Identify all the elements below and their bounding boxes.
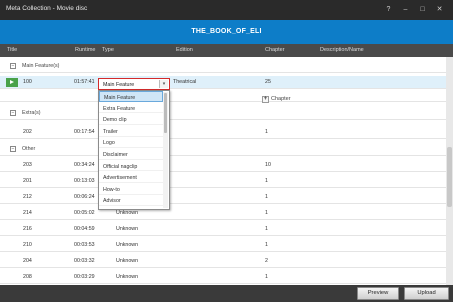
cell-runtime: 01:57:41 — [74, 79, 95, 85]
cell-runtime: 00:03:32 — [74, 258, 95, 264]
cell-chapter: 10 — [265, 162, 271, 168]
cell-chapter: 1 — [265, 242, 268, 248]
dropdown-scroll-thumb[interactable] — [164, 93, 167, 133]
table-row[interactable]: 201 00:13:03 1 — [0, 175, 446, 188]
type-option[interactable]: Demo clip — [99, 114, 163, 125]
type-option[interactable]: Trailer — [99, 126, 163, 137]
help-icon[interactable]: ? — [383, 4, 394, 15]
cell-chapter: 1 — [265, 226, 268, 232]
dropdown-scrollbar[interactable] — [163, 92, 168, 208]
cell-runtime: 00:05:02 — [74, 210, 95, 216]
cell-type: Unknown — [116, 242, 139, 248]
window-title: Meta Collection - Movie disc — [6, 5, 88, 12]
table-row[interactable]: 208 00:03:29 Unknown 1 — [0, 271, 446, 284]
group-extras[interactable]: − Extra(s) — [0, 107, 446, 120]
cell-type: Unknown — [116, 210, 139, 216]
disc-title-banner: THE_BOOK_OF_ELI — [0, 20, 453, 44]
cell-title: 216 — [23, 226, 32, 232]
group-label: Main Feature(s) — [22, 63, 60, 69]
footer-bar: Preview Upload — [0, 285, 453, 302]
cell-title: 208 — [23, 274, 32, 280]
group-label: Extra(s) — [22, 110, 41, 116]
table-row[interactable]: 214 00:05:02 Unknown 1 — [0, 207, 446, 220]
cell-title: 100 — [23, 79, 32, 85]
group-label: Other — [22, 146, 36, 152]
table-row[interactable]: 100 01:57:41 Theatrical 25 — [0, 76, 446, 89]
type-select[interactable]: Main Feature ▾ — [98, 78, 170, 90]
add-chapter-button[interactable]: + Chapter — [262, 96, 291, 103]
cell-chapter: 1 — [265, 178, 268, 184]
cell-chapter: 1 — [265, 210, 268, 216]
cell-runtime: 00:03:29 — [74, 274, 95, 280]
cell-title: 201 — [23, 178, 32, 184]
cell-title: 203 — [23, 162, 32, 168]
table-row[interactable]: 212 00:06:24 1 — [0, 191, 446, 204]
cell-title: 210 — [23, 242, 32, 248]
cell-runtime: 00:34:24 — [74, 162, 95, 168]
column-title[interactable]: Title — [7, 47, 17, 53]
type-option[interactable]: Official nagclip — [99, 161, 163, 172]
type-option[interactable]: Advisor — [99, 195, 163, 207]
type-option[interactable]: Extra Feature — [99, 103, 163, 114]
table-row — [0, 89, 446, 102]
table-row[interactable]: 203 00:34:24 10 — [0, 159, 446, 172]
upload-button[interactable]: Upload — [404, 287, 449, 300]
preview-button[interactable]: Preview — [357, 287, 399, 300]
cell-runtime: 00:04:59 — [74, 226, 95, 232]
cell-type: Unknown — [116, 226, 139, 232]
table-row[interactable]: 210 00:03:53 Unknown 1 — [0, 239, 446, 252]
type-option[interactable]: How-to — [99, 184, 163, 195]
type-option[interactable]: Main Feature — [99, 91, 163, 102]
collapse-icon[interactable]: − — [10, 63, 16, 69]
cell-title: 202 — [23, 129, 32, 135]
column-header-row: Title Runtime Type Edition Chapter Descr… — [0, 44, 453, 57]
column-chapter[interactable]: Chapter — [265, 47, 285, 53]
group-other[interactable]: − Other — [0, 143, 446, 156]
cell-chapter: 25 — [265, 79, 271, 85]
type-dropdown-list: Main Feature Extra Feature Demo clip Tra… — [98, 90, 170, 210]
cell-title: 212 — [23, 194, 32, 200]
cell-title: 214 — [23, 210, 32, 216]
cell-chapter: 1 — [265, 194, 268, 200]
type-select-value: Main Feature — [103, 81, 135, 88]
column-edition[interactable]: Edition — [176, 47, 193, 53]
column-description[interactable]: Description/Name — [320, 47, 364, 53]
cell-runtime: 00:06:24 — [74, 194, 95, 200]
cell-runtime: 00:17:54 — [74, 129, 95, 135]
add-chapter-label: Chapter — [271, 96, 291, 102]
close-icon[interactable]: ✕ — [434, 4, 445, 15]
column-runtime[interactable]: Runtime — [75, 47, 95, 53]
cell-title: 204 — [23, 258, 32, 264]
table-row[interactable]: 202 00:17:54 1 — [0, 126, 446, 139]
group-main-features[interactable]: − Main Feature(s) — [0, 60, 446, 73]
table-row[interactable]: 204 00:03:32 Unknown 2 — [0, 255, 446, 268]
type-option[interactable]: Disclaimer — [99, 149, 163, 160]
cell-runtime: 00:03:53 — [74, 242, 95, 248]
cell-chapter: 1 — [265, 129, 268, 135]
grid-scrollbar[interactable] — [446, 57, 453, 285]
collapse-icon[interactable]: − — [10, 110, 16, 116]
cell-edition: Theatrical — [173, 79, 197, 85]
cell-type: Unknown — [116, 258, 139, 264]
minimize-icon[interactable]: – — [400, 4, 411, 15]
chevron-down-icon[interactable]: ▾ — [159, 80, 168, 88]
cell-runtime: 00:13:03 — [74, 178, 95, 184]
column-type[interactable]: Type — [102, 47, 114, 53]
collapse-icon[interactable]: − — [10, 146, 16, 152]
type-option[interactable]: Logo — [99, 137, 163, 149]
plus-icon: + — [262, 96, 269, 103]
scrollbar-thumb[interactable] — [447, 147, 452, 207]
window-titlebar: Meta Collection - Movie disc ? – □ ✕ — [0, 0, 453, 20]
titles-grid: − Main Feature(s) 100 01:57:41 Theatrica… — [0, 57, 446, 285]
cell-chapter: 1 — [265, 274, 268, 280]
cell-chapter: 2 — [265, 258, 268, 264]
maximize-icon[interactable]: □ — [417, 4, 428, 15]
table-row[interactable]: 216 00:04:59 Unknown 1 — [0, 223, 446, 236]
play-icon[interactable] — [6, 78, 18, 87]
cell-type: Unknown — [116, 274, 139, 280]
type-option[interactable]: Advertisement — [99, 172, 163, 183]
